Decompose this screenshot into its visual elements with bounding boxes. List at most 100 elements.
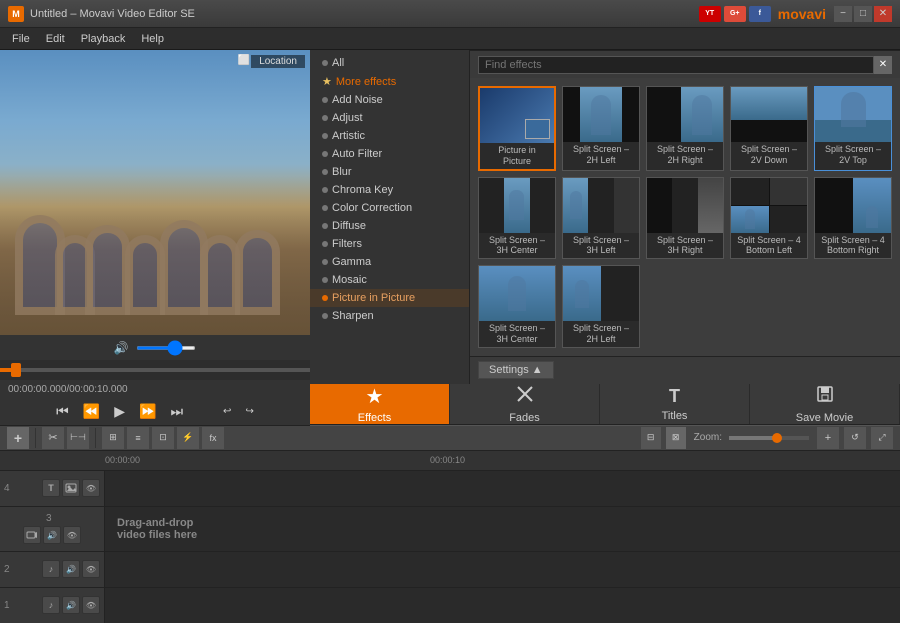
view-tools: ⊞ ≡ ⊡ ⚡ fx (101, 426, 225, 450)
effect-item-sharpen[interactable]: Sharpen (310, 307, 469, 325)
track-audio-button-2[interactable]: 🔊 (62, 560, 80, 578)
effect-item-gamma[interactable]: Gamma (310, 253, 469, 271)
effect-thumb-split2hl[interactable]: Split Screen –2H Left (562, 86, 640, 171)
tab-titles[interactable]: T Titles (600, 384, 750, 424)
effect-thumb-split4br[interactable]: Split Screen – 4Bottom Right (814, 177, 892, 260)
forward-end-button[interactable]: ⏭ (166, 401, 187, 422)
redo-button[interactable]: ↪ (241, 404, 257, 419)
track-visibility-button-2[interactable]: 👁 (82, 560, 100, 578)
thumb-image (563, 178, 639, 233)
tab-fades[interactable]: Fades (450, 384, 600, 424)
effect-thumb-split2vd[interactable]: Split Screen –2V Down (730, 86, 808, 171)
track-visibility-button-1[interactable]: 👁 (82, 596, 100, 614)
app-icon: M (8, 6, 24, 22)
track-visibility-button[interactable]: 👁 (82, 479, 100, 497)
zoom-reset-button[interactable]: ↺ (843, 426, 867, 450)
volume-slider[interactable] (136, 346, 196, 350)
effect-thumb-pip[interactable]: Picture inPicture (478, 86, 556, 171)
close-button[interactable]: ✕ (874, 6, 892, 22)
effects-list: All ★ More effects Add Noise Adjust (310, 50, 470, 384)
effect-name-label: Split Screen –2H Right (656, 142, 714, 168)
track-music-button[interactable]: ♪ (42, 560, 60, 578)
resize-handle[interactable]: ⬜ (238, 55, 250, 66)
list-view-button[interactable]: ≡ (126, 426, 150, 450)
effect-item-pip[interactable]: Picture in Picture (310, 289, 469, 307)
undo-button[interactable]: ↩ (219, 404, 235, 419)
preview-controls: 🔊 (0, 335, 310, 360)
track-4-content (105, 471, 900, 506)
effects-icon: ★ (366, 384, 384, 409)
maximize-button[interactable]: □ (854, 6, 872, 22)
settings-button[interactable]: Settings ▲ (478, 361, 554, 379)
split-button[interactable]: ⊢⊣ (66, 426, 90, 450)
track-text-button[interactable]: T (42, 479, 60, 497)
play-button[interactable]: ▶ (110, 401, 129, 422)
facebook-icon[interactable]: f (749, 6, 771, 22)
googleplus-icon[interactable]: G+ (724, 6, 746, 22)
effect-item-addnoise[interactable]: Add Noise (310, 91, 469, 109)
tab-savemovie[interactable]: Save Movie (750, 384, 900, 424)
time-marker-0: 00:00:00 (105, 455, 140, 465)
effect-thumb-split2vt[interactable]: Split Screen –2V Top (814, 86, 892, 171)
preview-panel: Location ⬜ 🔊 00:00:00.000 / (0, 50, 310, 360)
track-music-button-1[interactable]: ♪ (42, 596, 60, 614)
effect-item-blur[interactable]: Blur (310, 163, 469, 181)
menu-playback[interactable]: Playback (73, 31, 134, 47)
zoom-slider[interactable] (729, 436, 809, 440)
effect-item-diffuse[interactable]: Diffuse (310, 217, 469, 235)
effect-thumb-split4bl[interactable]: Split Screen – 4Bottom Left (730, 177, 808, 260)
magic-button[interactable]: ⚡ (176, 426, 200, 450)
effect-thumb-split2hr[interactable]: Split Screen –2H Right (646, 86, 724, 171)
upper-area: Location ⬜ 🔊 00:00:00.000 / (0, 50, 900, 384)
layout-btn-2[interactable]: ⊠ (665, 426, 687, 450)
track-video-button[interactable] (23, 526, 41, 544)
effect-thumb-split3c[interactable]: Split Screen –3H Center (478, 177, 556, 260)
rewind-start-button[interactable]: ⏮ (52, 401, 73, 422)
effect-item-mosaic[interactable]: Mosaic (310, 271, 469, 289)
menu-edit[interactable]: Edit (38, 31, 73, 47)
track-audio-button[interactable]: 🔊 (43, 526, 61, 544)
effect-item-autofilter[interactable]: Auto Filter (310, 145, 469, 163)
effects-track-button[interactable]: fx (201, 426, 225, 450)
tab-effects[interactable]: ★ Effects (300, 384, 450, 424)
snap-button[interactable]: ⊡ (151, 426, 175, 450)
effect-thumb-r3-1[interactable]: Split Screen –3H Center (478, 265, 556, 348)
youtube-icon[interactable]: YT (699, 6, 721, 22)
effect-item-chromakey[interactable]: Chroma Key (310, 181, 469, 199)
minimize-button[interactable]: − (834, 6, 852, 22)
effect-item-adjust[interactable]: Adjust (310, 109, 469, 127)
effect-item-filters[interactable]: Filters (310, 235, 469, 253)
timeline-wrapper: 00:00:00 00:00:10 4 T 👁 (0, 451, 900, 623)
zoom-thumb[interactable] (772, 433, 782, 443)
effect-thumb-split3r[interactable]: Split Screen –3H Right (646, 177, 724, 260)
effect-item-colorcorrection[interactable]: Color Correction (310, 199, 469, 217)
search-input[interactable] (478, 56, 874, 74)
effect-label: More effects (336, 76, 396, 88)
cut-button[interactable]: ✂ (41, 426, 65, 450)
effect-item-more[interactable]: ★ More effects (310, 72, 469, 91)
search-clear-button[interactable]: ✕ (874, 56, 892, 74)
track-4-label: 4 T 👁 (0, 471, 105, 506)
effect-thumb-split3l[interactable]: Split Screen –3H Left (562, 177, 640, 260)
effect-name-label: Split Screen –3H Center (488, 321, 546, 347)
progress-thumb[interactable] (11, 363, 21, 377)
prev-frame-button[interactable]: ⏪ (79, 401, 104, 422)
time-display: 00:00:00.000 / 00:00:10.000 (0, 380, 310, 398)
menu-file[interactable]: File (4, 31, 38, 47)
track-audio-button-1[interactable]: 🔊 (62, 596, 80, 614)
menu-help[interactable]: Help (133, 31, 172, 47)
volume-icon[interactable]: 🔊 (114, 341, 129, 355)
grid-view-button[interactable]: ⊞ (101, 426, 125, 450)
track-image-button[interactable] (62, 479, 80, 497)
effect-item-all[interactable]: All (310, 54, 469, 72)
effect-label: Diffuse (332, 220, 366, 232)
effect-thumb-r3-2[interactable]: Split Screen –2H Left (562, 265, 640, 348)
fullscreen-button[interactable]: ⤢ (870, 426, 894, 450)
layout-btn-1[interactable]: ⊟ (640, 426, 662, 450)
add-button[interactable]: + (6, 426, 30, 450)
zoom-in-button[interactable]: + (816, 426, 840, 450)
track-visibility-button-3[interactable]: 👁 (63, 526, 81, 544)
effect-item-artistic[interactable]: Artistic (310, 127, 469, 145)
next-frame-button[interactable]: ⏩ (135, 401, 160, 422)
track-3-content[interactable]: Drag-and-dropvideo files here (105, 507, 900, 551)
